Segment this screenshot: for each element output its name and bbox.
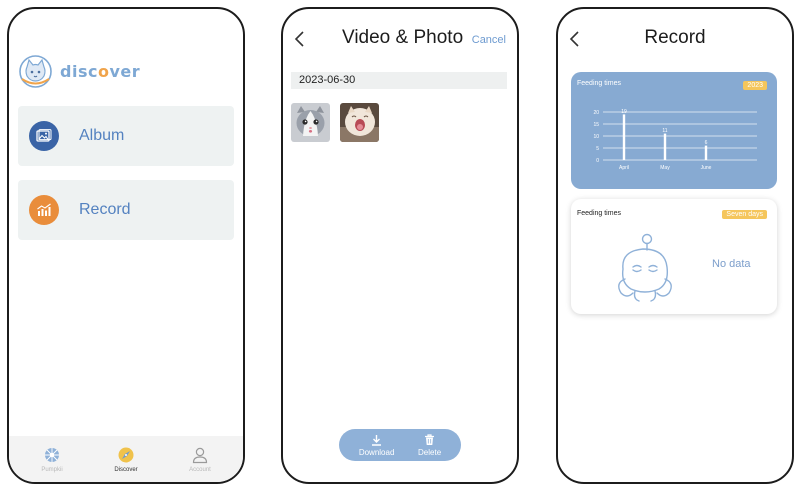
y-tick-label: 0 xyxy=(596,158,599,164)
x-tick-label: June xyxy=(701,165,712,171)
page-title: Record xyxy=(644,27,706,48)
photo-thumbnail-yawning-kitten[interactable] xyxy=(340,103,379,142)
delete-label: Delete xyxy=(418,447,442,457)
bottom-tab-bar: Pumpkii Discover Account xyxy=(9,436,243,482)
download-button[interactable]: Download xyxy=(358,434,395,457)
record-card[interactable]: Record xyxy=(18,180,234,240)
brand-o: o xyxy=(97,62,110,81)
chart-bar-may xyxy=(663,133,667,160)
album-label: Album xyxy=(79,127,125,144)
bar-chart-icon xyxy=(29,195,59,225)
tab-discover[interactable]: Discover xyxy=(101,446,151,473)
x-tick-label: May xyxy=(660,165,670,171)
tab-pumpkii[interactable]: Pumpkii xyxy=(27,446,77,473)
empty-state-text: No data xyxy=(712,258,751,270)
sleeping-mascot-icon xyxy=(618,233,672,302)
record-label: Record xyxy=(79,201,131,218)
trash-icon xyxy=(425,433,435,445)
feed-card-title: Feeding times xyxy=(577,210,621,217)
photo-album-icon xyxy=(29,121,59,151)
cat-logo-icon xyxy=(19,55,52,88)
bar-value-label: 6 xyxy=(705,140,708,146)
chart-bar-april xyxy=(622,114,626,160)
range-selector-badge[interactable]: Seven days xyxy=(722,210,767,219)
tab-discover-label: Discover xyxy=(114,466,138,473)
y-tick-label: 10 xyxy=(593,134,599,140)
brand-wordmark: discover xyxy=(60,62,140,81)
date-header: 2023-06-30 xyxy=(291,72,507,89)
y-tick-label: 5 xyxy=(596,146,599,152)
feeding-bar-chart: 0 5 10 15 20 19 April 11 May 6 June xyxy=(593,109,757,171)
brand-suffix: ver xyxy=(109,62,141,81)
bar-value-label: 19 xyxy=(621,109,627,115)
y-tick-label: 15 xyxy=(593,122,599,128)
tab-account-label: Account xyxy=(189,466,211,473)
brand-header: discover xyxy=(19,55,140,88)
tab-pumpkii-label: Pumpkii xyxy=(41,466,63,473)
feeding-chart-card[interactable]: Feeding times 2023 0 5 10 15 20 19 April 11 May 6… xyxy=(571,72,777,189)
discover-screen: discover Album Record Pumpkii Discover A… xyxy=(7,7,245,484)
bar-value-label: 11 xyxy=(662,128,667,134)
download-label: Download xyxy=(358,447,395,457)
delete-button[interactable]: Delete xyxy=(418,433,442,457)
chart-bar-june xyxy=(704,145,708,160)
y-tick-label: 20 xyxy=(593,110,599,116)
pumpkii-icon xyxy=(45,447,59,462)
tab-account[interactable]: Account xyxy=(175,446,225,473)
action-bar: Download Delete xyxy=(339,429,461,461)
feeding-times-card: Feeding times Seven days No data xyxy=(571,199,777,314)
discover-icon xyxy=(118,447,134,462)
video-photo-screen: Video & Photo Cancel 2023-06-30 Download… xyxy=(281,7,519,484)
record-screen: Record Feeding times 2023 0 5 10 15 20 19 Apri… xyxy=(556,7,794,484)
cancel-button[interactable]: Cancel xyxy=(472,34,506,46)
album-card[interactable]: Album xyxy=(18,106,234,166)
x-tick-label: April xyxy=(619,165,629,171)
download-icon xyxy=(372,434,382,446)
brand-prefix: disc xyxy=(60,62,98,81)
photo-thumbnail-kitten[interactable] xyxy=(291,103,330,142)
account-icon xyxy=(192,447,208,463)
